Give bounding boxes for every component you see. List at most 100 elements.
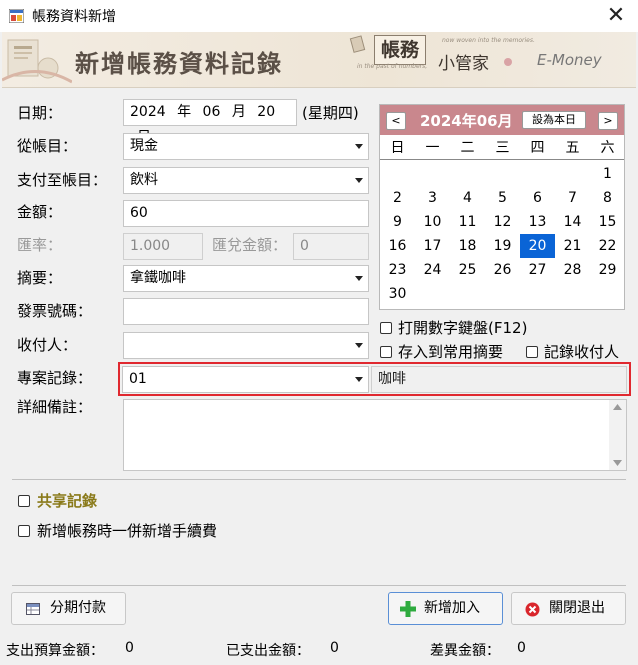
calendar-day[interactable]: 21 <box>555 234 590 258</box>
to-account-value: 飲料 <box>130 172 158 188</box>
prev-month-button[interactable]: < <box>386 112 406 130</box>
banner-title: 新增帳務資料記錄 <box>75 50 283 78</box>
brand-dot-icon <box>504 58 512 66</box>
calendar-day[interactable]: 19 <box>485 234 520 258</box>
scroll-up-icon[interactable] <box>613 404 622 410</box>
calendar-day[interactable]: 1 <box>590 162 625 186</box>
calendar-day[interactable]: 4 <box>450 186 485 210</box>
add-fee-checkbox[interactable] <box>18 525 30 537</box>
brand-tag: 帳務 <box>374 35 426 65</box>
shared-record-checkbox[interactable] <box>18 495 30 507</box>
calendar-day[interactable]: 2 <box>380 186 415 210</box>
calendar-day[interactable]: 6 <box>520 186 555 210</box>
add-label: 新增加入 <box>424 600 480 616</box>
calendar-day[interactable]: 7 <box>555 186 590 210</box>
calendar-day[interactable]: 5 <box>485 186 520 210</box>
to-account-label: 支付至帳目： <box>17 171 108 189</box>
calendar-day[interactable]: 14 <box>555 210 590 234</box>
calendar-day[interactable]: 22 <box>590 234 625 258</box>
rate-label: 匯率： <box>17 236 63 254</box>
add-fee-label: 新增帳務時一併新增手續費 <box>37 522 218 540</box>
notes-scrollbar[interactable] <box>609 400 626 470</box>
chevron-down-icon[interactable] <box>355 377 363 382</box>
calendar-day[interactable]: 27 <box>520 258 555 282</box>
calendar-day[interactable]: 11 <box>450 210 485 234</box>
exchange-amount-input: 0 <box>293 233 369 260</box>
weekday-label: (星期四) <box>302 104 359 122</box>
set-today-button[interactable]: 設為本日 <box>522 111 586 129</box>
notes-textarea[interactable] <box>123 399 627 471</box>
calendar-day[interactable]: 26 <box>485 258 520 282</box>
spent-value: 0 <box>330 640 339 656</box>
chevron-down-icon[interactable] <box>355 343 363 348</box>
calendar-day[interactable]: 17 <box>415 234 450 258</box>
calendar-day[interactable]: 9 <box>380 210 415 234</box>
calendar-day[interactable]: 10 <box>415 210 450 234</box>
calendar-day[interactable]: 12 <box>485 210 520 234</box>
chevron-down-icon[interactable] <box>355 276 363 281</box>
scroll-down-icon[interactable] <box>613 460 622 466</box>
brand-subtitle: 小管家 <box>438 54 489 74</box>
month-calendar[interactable]: < 2024年06月 設為本日 > 日一二三四五六 1 2 3 4 5 6 7 8 9 10 11 1… <box>379 104 625 310</box>
calendar-day[interactable]: 23 <box>380 258 415 282</box>
window-title: 帳務資料新增 <box>32 9 116 25</box>
header-banner: 新增帳務資料記錄 帳務 now woven into the memories.… <box>2 32 636 88</box>
close-button[interactable]: 關閉退出 <box>511 592 626 625</box>
date-month-unit: 月 <box>231 104 246 120</box>
section-divider <box>12 585 626 586</box>
calendar-day[interactable]: 30 <box>380 282 415 306</box>
calendar-day[interactable]: 29 <box>590 258 625 282</box>
amount-label: 金額： <box>17 203 63 221</box>
date-year-unit: 年 <box>177 104 192 120</box>
project-select[interactable]: 01 <box>122 366 369 393</box>
installment-button[interactable]: 分期付款 <box>11 592 126 625</box>
from-account-value: 現金 <box>130 138 158 154</box>
calendar-day[interactable]: 18 <box>450 234 485 258</box>
summary-select[interactable]: 拿鐵咖啡 <box>123 265 369 292</box>
chevron-down-icon[interactable] <box>355 178 363 183</box>
calendar-month-title: 2024年06月 <box>420 112 513 130</box>
chevron-down-icon[interactable] <box>355 144 363 149</box>
calendar-day[interactable]: 28 <box>555 258 590 282</box>
date-label: 日期： <box>17 104 63 122</box>
exchange-amount-label: 匯兌金額： <box>212 236 288 254</box>
amount-input[interactable]: 60 <box>123 200 369 227</box>
calendar-day[interactable]: 15 <box>590 210 625 234</box>
notes-label: 詳細備註： <box>17 398 93 416</box>
save-summary-checkbox[interactable] <box>380 346 392 358</box>
record-payee-label: 記錄收付人 <box>544 343 620 361</box>
brand-tagline-1: now woven into the memories. <box>442 37 535 44</box>
payee-select[interactable] <box>123 332 369 359</box>
date-day[interactable]: 20 <box>257 104 275 120</box>
next-month-button[interactable]: > <box>598 112 618 130</box>
close-window-icon[interactable]: ✕ <box>602 3 630 29</box>
calendar-day[interactable]: 25 <box>450 258 485 282</box>
calendar-day-selected[interactable]: 20 <box>520 234 555 258</box>
date-picker[interactable]: 2024 年 06 月 20 日 <box>123 99 297 145</box>
calendar-day[interactable]: 16 <box>380 234 415 258</box>
calendar-day[interactable]: 8 <box>590 186 625 210</box>
keypad-checkbox[interactable] <box>380 322 392 334</box>
notes-value <box>124 400 626 408</box>
pin-icon <box>349 35 366 53</box>
weekday-header: 六 <box>600 140 615 156</box>
date-year[interactable]: 2024 <box>130 104 166 120</box>
weekday-header: 日 <box>390 140 405 156</box>
calendar-header: < 2024年06月 設為本日 > <box>380 105 624 135</box>
section-divider <box>12 479 626 480</box>
calendar-day[interactable]: 13 <box>520 210 555 234</box>
to-account-select[interactable]: 飲料 <box>123 167 369 194</box>
from-account-select[interactable]: 現金 <box>123 133 369 160</box>
stationery-decoration-icon <box>2 39 72 84</box>
calendar-day[interactable]: 3 <box>415 186 450 210</box>
invoice-input[interactable] <box>123 298 369 325</box>
spent-label: 已支出金額： <box>226 643 310 659</box>
calendar-day[interactable]: 24 <box>415 258 450 282</box>
budget-value: 0 <box>125 640 134 656</box>
record-payee-checkbox[interactable] <box>526 346 538 358</box>
brand-english: E-Money <box>537 51 602 69</box>
summary-value: 拿鐵咖啡 <box>130 270 186 286</box>
add-button[interactable]: 新增加入 <box>388 592 503 625</box>
table-icon <box>26 603 40 615</box>
date-month[interactable]: 06 <box>203 104 221 120</box>
